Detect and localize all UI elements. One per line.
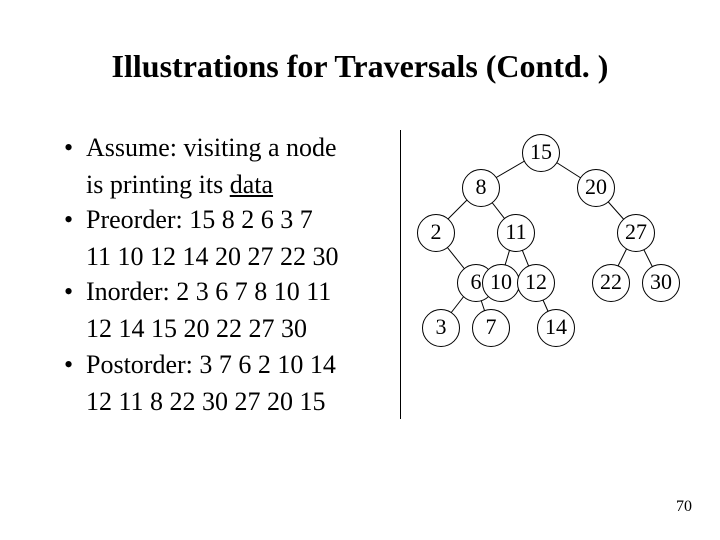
slide-title: Illustrations for Traversals (Contd. )	[0, 48, 720, 85]
bullet-postorder-cont: 12 11 8 22 30 27 20 15	[86, 384, 394, 419]
bullet-marker: •	[64, 274, 86, 309]
bullet-preorder: • Preorder: 15 8 2 6 3 7	[64, 202, 394, 237]
tree-node-15: 15	[522, 134, 560, 172]
bullet-inorder-cont: 12 14 15 20 22 27 30	[86, 311, 394, 346]
tree-node-12: 12	[517, 264, 555, 302]
tree-node-7: 7	[472, 309, 510, 347]
bullet-text: Assume: visiting a node	[86, 130, 394, 165]
tree-edges	[400, 132, 700, 392]
tree-node-27: 27	[617, 214, 655, 252]
bullet-assume-cont: is printing its data	[86, 167, 394, 202]
tree-node-30: 30	[642, 264, 680, 302]
tree-diagram: 15 8 20 2 11 27 6 10 12 22 30 3 7 14	[400, 132, 700, 392]
bullet-preorder-cont: 11 10 12 14 20 27 22 30	[86, 239, 394, 274]
bullet-marker: •	[64, 202, 86, 237]
tree-node-2: 2	[417, 214, 455, 252]
bullet-marker: •	[64, 347, 86, 382]
tree-node-20: 20	[577, 169, 615, 207]
bullet-text: Preorder: 15 8 2 6 3 7	[86, 202, 394, 237]
tree-node-22: 22	[592, 264, 630, 302]
bullet-list: • Assume: visiting a node is printing it…	[64, 130, 401, 419]
bullet-text: Inorder: 2 3 6 7 8 10 11	[86, 274, 394, 309]
bullet-marker: •	[64, 130, 86, 165]
bullet-text: Postorder: 3 7 6 2 10 14	[86, 347, 394, 382]
bullet-assume-underline: data	[230, 170, 273, 199]
bullet-inorder: • Inorder: 2 3 6 7 8 10 11	[64, 274, 394, 309]
bullet-assume-cont-text: is printing its	[86, 170, 230, 199]
tree-node-3: 3	[422, 309, 460, 347]
slide: Illustrations for Traversals (Contd. ) •…	[0, 0, 720, 540]
bullet-postorder: • Postorder: 3 7 6 2 10 14	[64, 347, 394, 382]
bullet-assume: • Assume: visiting a node	[64, 130, 394, 165]
tree-node-14: 14	[537, 309, 575, 347]
tree-node-10: 10	[482, 264, 520, 302]
tree-node-11: 11	[497, 214, 535, 252]
page-number: 70	[676, 498, 692, 516]
tree-node-8: 8	[462, 169, 500, 207]
